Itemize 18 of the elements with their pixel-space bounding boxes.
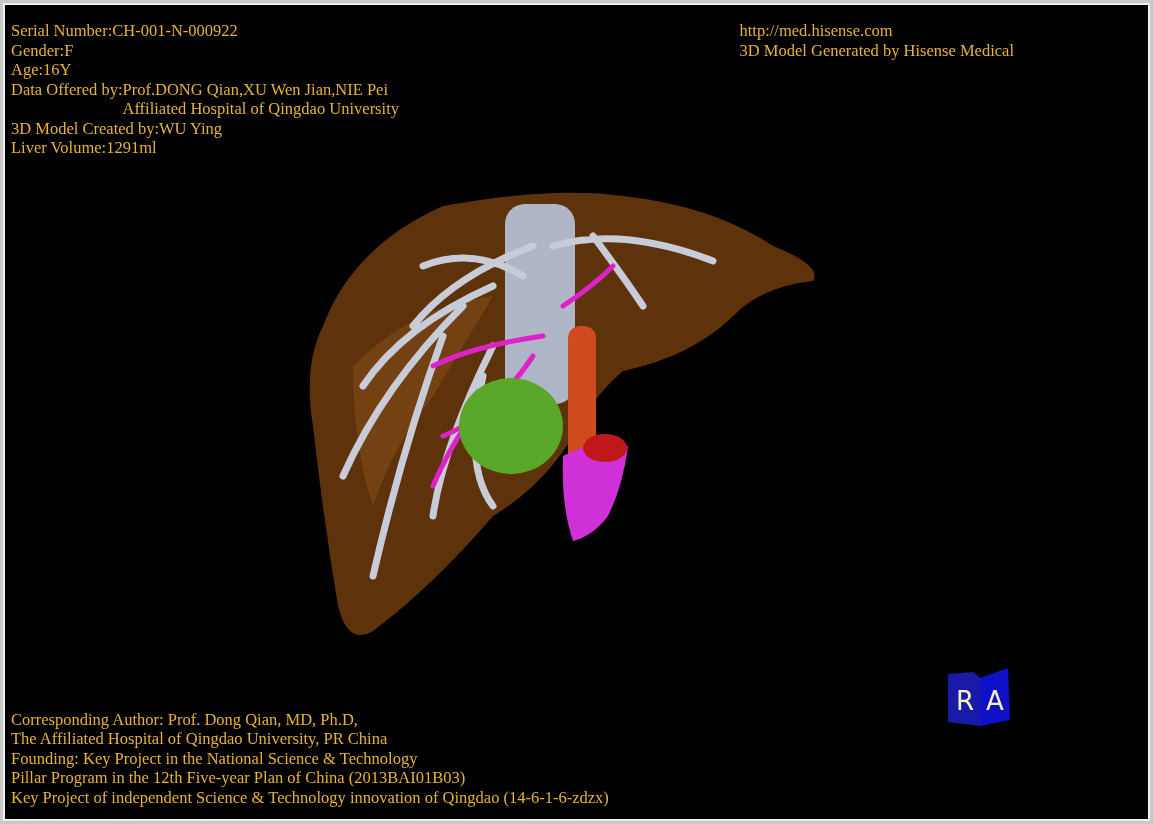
info-value: Affiliated Hospital of Qingdao University [122,99,399,119]
orientation-cube[interactable]: R A [946,667,1012,726]
info-line: Serial Number:CH-001-N-000922 [11,21,239,41]
credit-line: Key Project of independent Science & Technology innovation of Qingdao (14-6-1-6-zdzx) [11,787,610,807]
generator-caption: 3D Model Generated by Hisense Medical [739,40,1014,60]
credit-line: Pillar Program in the 12th Five-year Plan of China (2013BAI01B03) [11,768,467,788]
info-line: Gender:F [11,40,75,60]
info-label: Data Offered by: [11,79,123,101]
credit-line: Corresponding Author: Prof. Dong Qian, MD, Ph.D, [11,709,359,729]
info-value: Prof.DONG Qian,XU Wen Jian,NIE Pei [122,79,390,99]
cube-face-label: R [956,685,975,716]
info-line: Age:16Y [11,60,73,80]
info-line: 3D Model Created by:WU Ying [11,118,224,138]
credit-line: The Affiliated Hospital of Qingdao University, PR China [11,729,389,749]
credit-line: Founding: Key Project in the National Science & Technology [11,748,419,768]
website-link[interactable]: http://med.hisense.com [739,21,1014,41]
info-line: Liver Volume:1291ml [11,138,158,158]
cube-face-label: A [986,685,1004,716]
